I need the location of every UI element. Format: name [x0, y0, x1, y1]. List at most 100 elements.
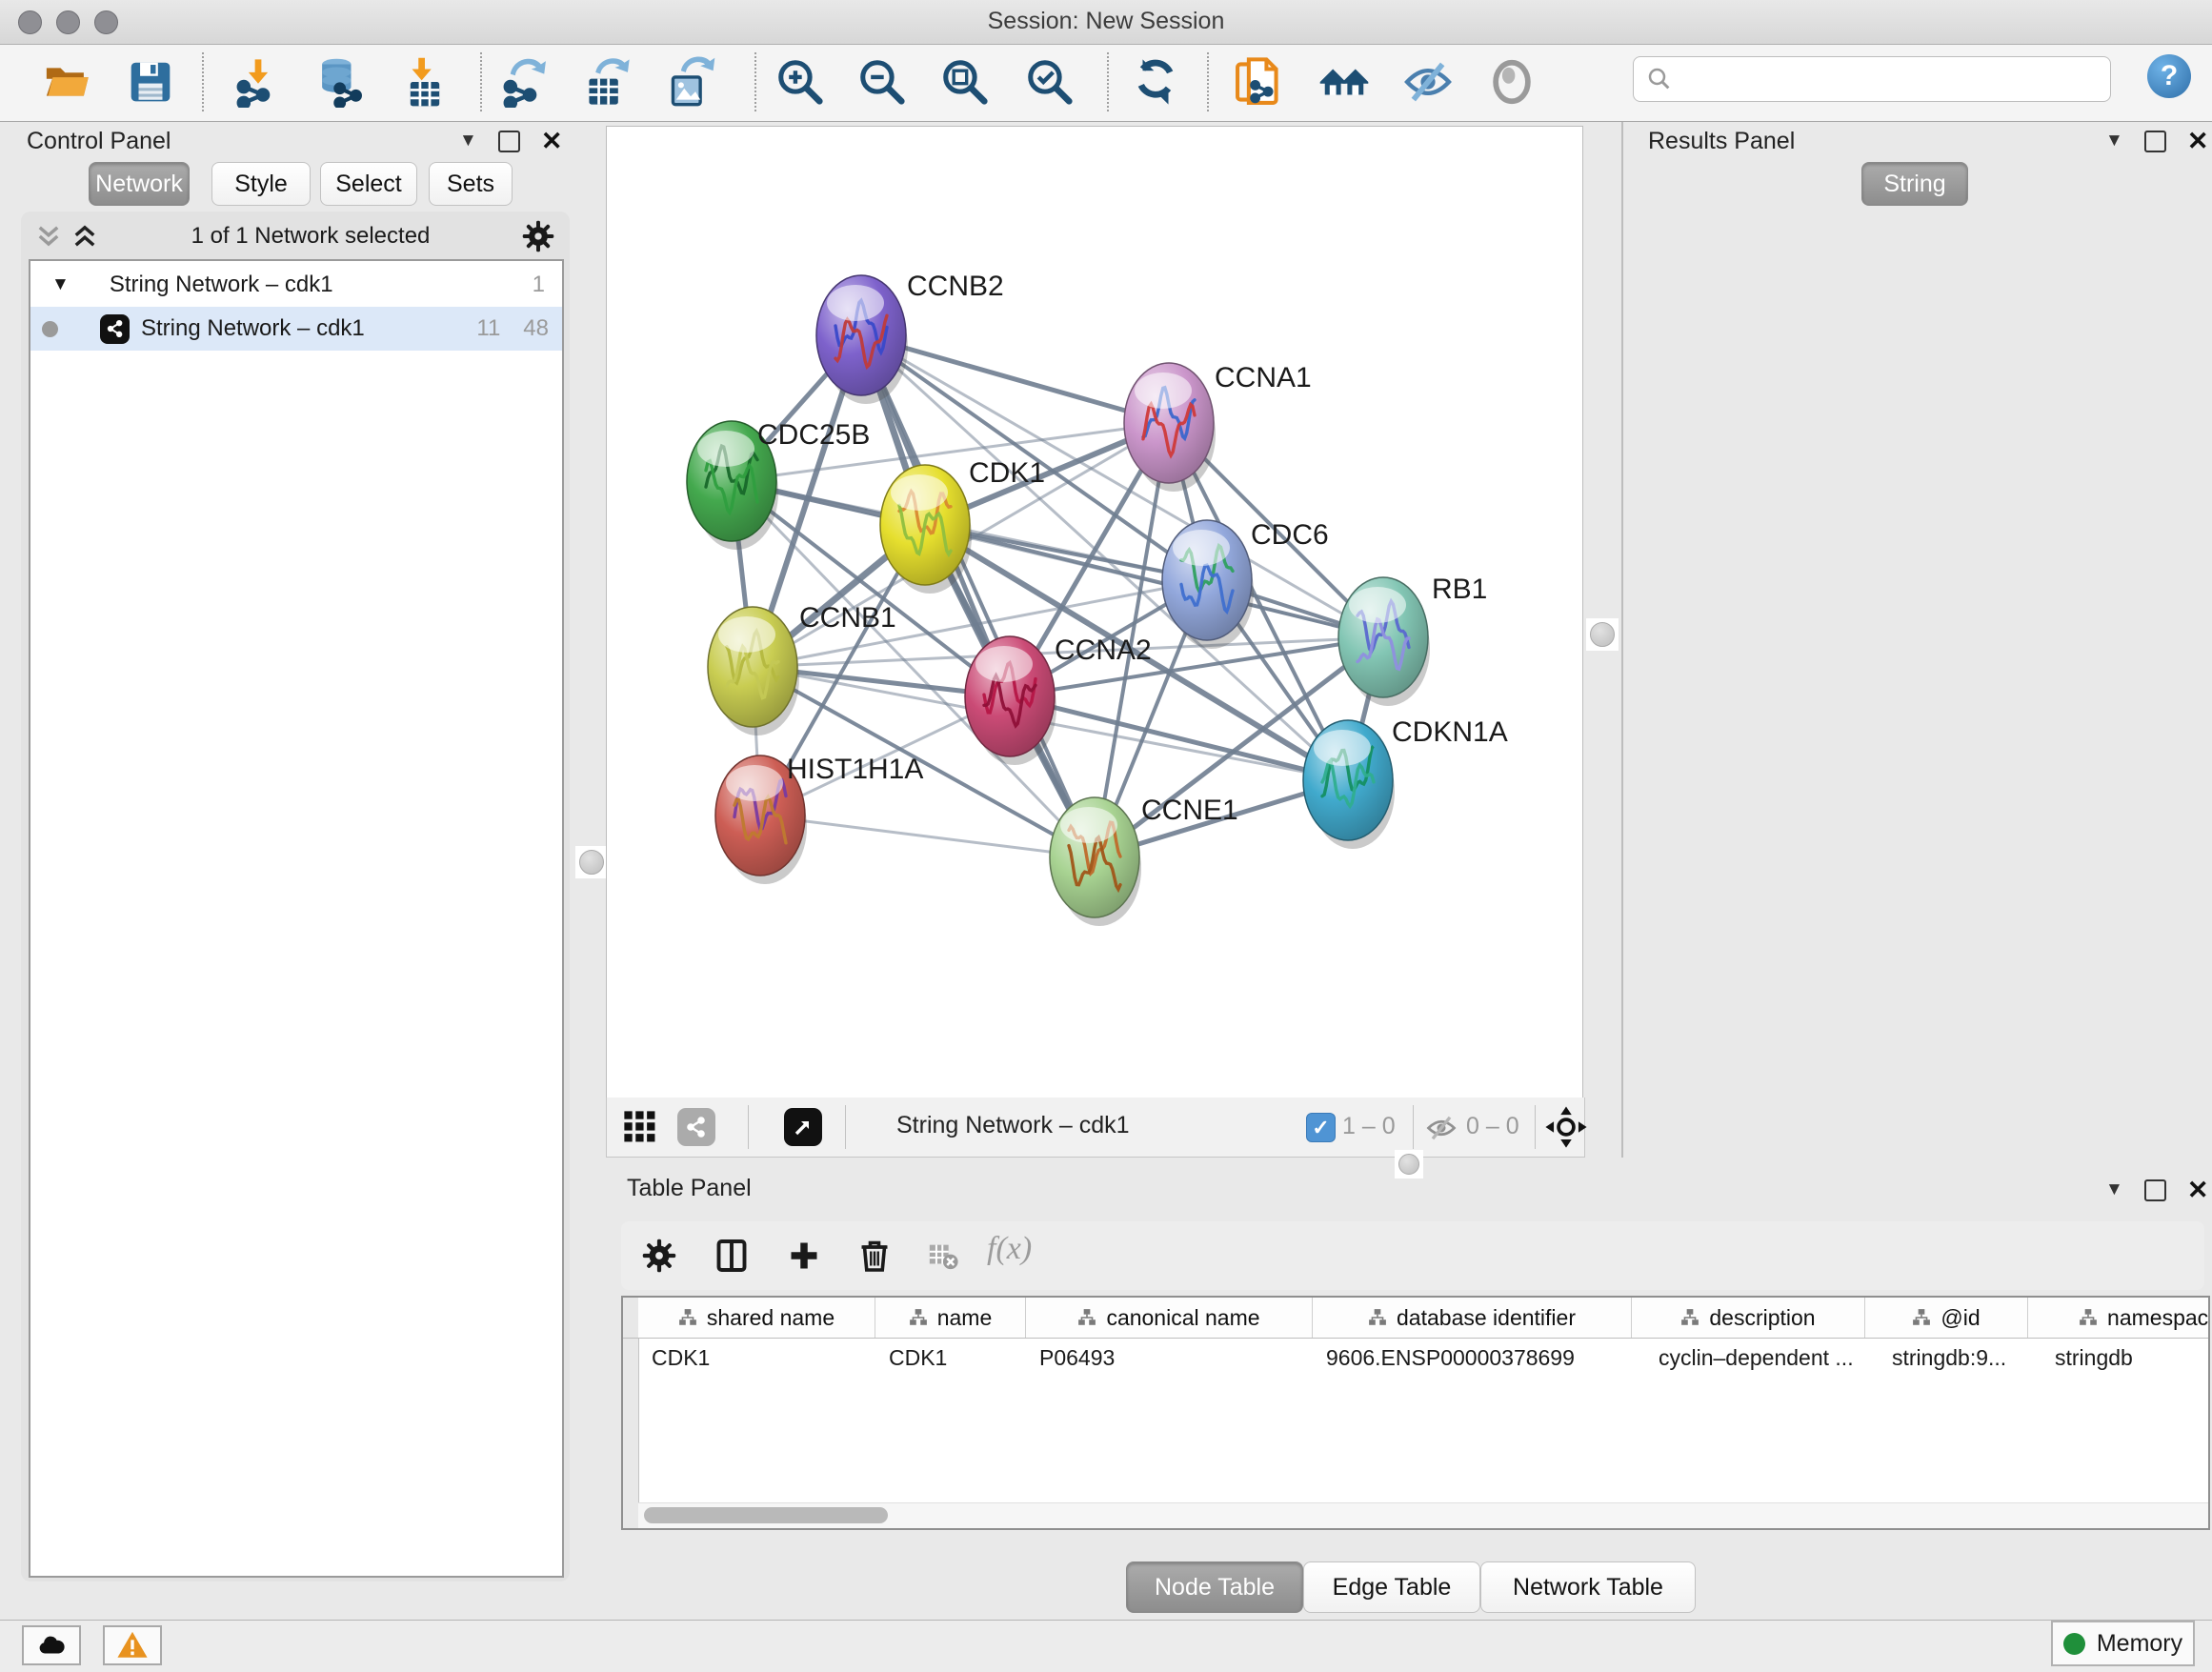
panel-collapse-icon[interactable]: ▼	[459, 131, 477, 151]
collapse-all-icon[interactable]	[34, 222, 63, 251]
column-header-description[interactable]: description	[1632, 1298, 1865, 1338]
function-builder-icon[interactable]: f(x)	[987, 1231, 1032, 1267]
column-header-shared-name[interactable]: shared name	[638, 1298, 875, 1338]
tab-string-results[interactable]: String	[1861, 162, 1968, 206]
panel-float-icon[interactable]	[2144, 1179, 2166, 1201]
panel-close-icon[interactable]: ✕	[2187, 127, 2209, 156]
gear-icon[interactable]	[638, 1235, 680, 1277]
export-network-icon[interactable]	[498, 50, 552, 113]
save-session-icon[interactable]	[124, 50, 177, 113]
cell-name[interactable]: CDK1	[875, 1339, 1025, 1377]
panel-float-icon[interactable]	[2144, 131, 2166, 152]
node-CDC6[interactable]: CDC6	[1162, 519, 1329, 649]
table-hscrollbar[interactable]	[638, 1502, 2208, 1528]
add-column-icon[interactable]	[783, 1235, 825, 1277]
panel-collapse-icon[interactable]: ▼	[2105, 1179, 2123, 1200]
node-CCNB2[interactable]: CCNB2	[816, 271, 1004, 404]
panel-close-icon[interactable]: ✕	[2187, 1176, 2209, 1205]
zoom-selected-icon[interactable]	[1023, 50, 1076, 113]
scrollbar-thumb[interactable]	[644, 1507, 888, 1523]
refresh-icon[interactable]	[1129, 50, 1182, 113]
node-label-CDKN1A: CDKN1A	[1392, 716, 1508, 748]
string-view-icon[interactable]	[677, 1108, 715, 1146]
string-network-graph: CCNB2CCNA1CDC25BCDK1CDC6RB1CCNB1CCNA2CDK…	[607, 127, 1582, 1098]
open-session-icon[interactable]	[40, 50, 93, 113]
node-RB1[interactable]: RB1	[1338, 574, 1487, 706]
show-columns-icon[interactable]	[711, 1235, 753, 1277]
selected-checkbox-icon[interactable]: ✓	[1306, 1113, 1336, 1142]
column-header--id[interactable]: @id	[1865, 1298, 2028, 1338]
tab-network-table[interactable]: Network Table	[1480, 1561, 1696, 1613]
node-CDKN1A[interactable]: CDKN1A	[1303, 716, 1508, 849]
export-table-icon[interactable]	[580, 50, 633, 113]
navigator-crosshair-icon[interactable]	[1544, 1105, 1588, 1154]
node-CCNE1[interactable]: CCNE1	[1050, 795, 1238, 926]
table-toolbar: f(x)	[621, 1221, 2204, 1290]
control-panel-title: Control Panel	[27, 128, 171, 155]
node-label-CCNA2: CCNA2	[1055, 635, 1152, 666]
collection-expand-icon[interactable]: ▼	[51, 274, 70, 295]
tab-network[interactable]: Network	[89, 162, 190, 206]
show-graphics-eye-icon[interactable]	[1485, 50, 1538, 113]
column-header-canonical-name[interactable]: canonical name	[1026, 1298, 1313, 1338]
panel-collapse-icon[interactable]: ▼	[2105, 131, 2123, 151]
network-view-canvas[interactable]: CCNB2CCNA1CDC25BCDK1CDC6RB1CCNB1CCNA2CDK…	[606, 126, 1583, 1098]
network-collection-row[interactable]: ▼ String Network – cdk1 1	[30, 263, 562, 307]
birdseye-grid-icon[interactable]	[622, 1109, 658, 1150]
splitter-grip[interactable]	[575, 846, 608, 878]
export-image-icon[interactable]	[664, 50, 717, 113]
node-CDK1[interactable]: CDK1	[880, 457, 1045, 594]
right-splitter[interactable]	[1583, 122, 1623, 1158]
warning-button[interactable]	[103, 1625, 162, 1665]
control-panel: Control Panel ▼ ✕ Network Style Select S…	[0, 122, 577, 1620]
import-network-database-icon[interactable]	[312, 50, 365, 113]
search-box[interactable]	[1633, 56, 2111, 102]
cell--id[interactable]: stringdb:9...	[1865, 1339, 2027, 1377]
houses-icon[interactable]	[1317, 50, 1371, 113]
detach-view-icon[interactable]	[784, 1108, 822, 1146]
network-node-count: 11	[476, 315, 500, 342]
column-header-namespace[interactable]: namespace	[2028, 1298, 2210, 1338]
panel-float-icon[interactable]	[498, 131, 520, 152]
import-table-icon[interactable]	[398, 50, 452, 113]
import-network-file-icon[interactable]	[231, 50, 285, 113]
network-row-selected[interactable]: String Network – cdk1 11 48	[30, 307, 562, 351]
annotation-document-icon[interactable]	[1232, 50, 1285, 113]
hide-show-eye-slash-icon[interactable]	[1401, 50, 1455, 113]
node-table[interactable]: shared namenamecanonical namedatabase id…	[621, 1296, 2210, 1530]
horizontal-splitter[interactable]	[606, 1158, 2212, 1171]
splitter-grip[interactable]	[1586, 618, 1619, 651]
tab-sets[interactable]: Sets	[429, 162, 513, 206]
cloud-icon	[35, 1629, 68, 1662]
zoom-out-icon[interactable]	[855, 50, 909, 113]
help-icon[interactable]: ?	[2147, 54, 2191, 98]
delete-table-icon[interactable]	[922, 1235, 964, 1277]
delete-column-trash-icon[interactable]	[854, 1235, 895, 1277]
cell-database-identifier[interactable]: 9606.ENSP00000378699	[1313, 1339, 1631, 1377]
tab-edge-table[interactable]: Edge Table	[1303, 1561, 1480, 1613]
node-HIST1H1A[interactable]: HIST1H1A	[715, 754, 923, 884]
zoom-fit-icon[interactable]	[938, 50, 992, 113]
cell-description[interactable]: cyclin–dependent ...	[1632, 1339, 1864, 1377]
cell-canonical-name[interactable]: P06493	[1026, 1339, 1312, 1377]
search-input[interactable]	[1681, 65, 2110, 93]
tab-select[interactable]: Select	[320, 162, 417, 206]
expand-all-icon[interactable]	[70, 222, 99, 251]
zoom-in-icon[interactable]	[774, 50, 827, 113]
cloud-button[interactable]	[22, 1625, 81, 1665]
tab-style[interactable]: Style	[211, 162, 311, 206]
control-panel-window-controls: ▼ ✕	[459, 122, 562, 160]
memory-button[interactable]: Memory	[2051, 1621, 2195, 1666]
node-CCNB1[interactable]: CCNB1	[708, 602, 896, 735]
node-CCNA2[interactable]: CCNA2	[965, 635, 1152, 765]
column-header-name[interactable]: name	[875, 1298, 1026, 1338]
toolbar-separator	[202, 52, 204, 111]
left-splitter[interactable]	[577, 122, 606, 1158]
cell-shared-name[interactable]: CDK1	[638, 1339, 875, 1377]
toolbar-separator	[1107, 52, 1109, 111]
panel-close-icon[interactable]: ✕	[541, 127, 563, 156]
gear-icon[interactable]	[522, 220, 554, 252]
cell-namespace[interactable]: stringdb	[2028, 1339, 2210, 1377]
column-header-database-identifier[interactable]: database identifier	[1313, 1298, 1632, 1338]
tab-node-table[interactable]: Node Table	[1126, 1561, 1303, 1613]
